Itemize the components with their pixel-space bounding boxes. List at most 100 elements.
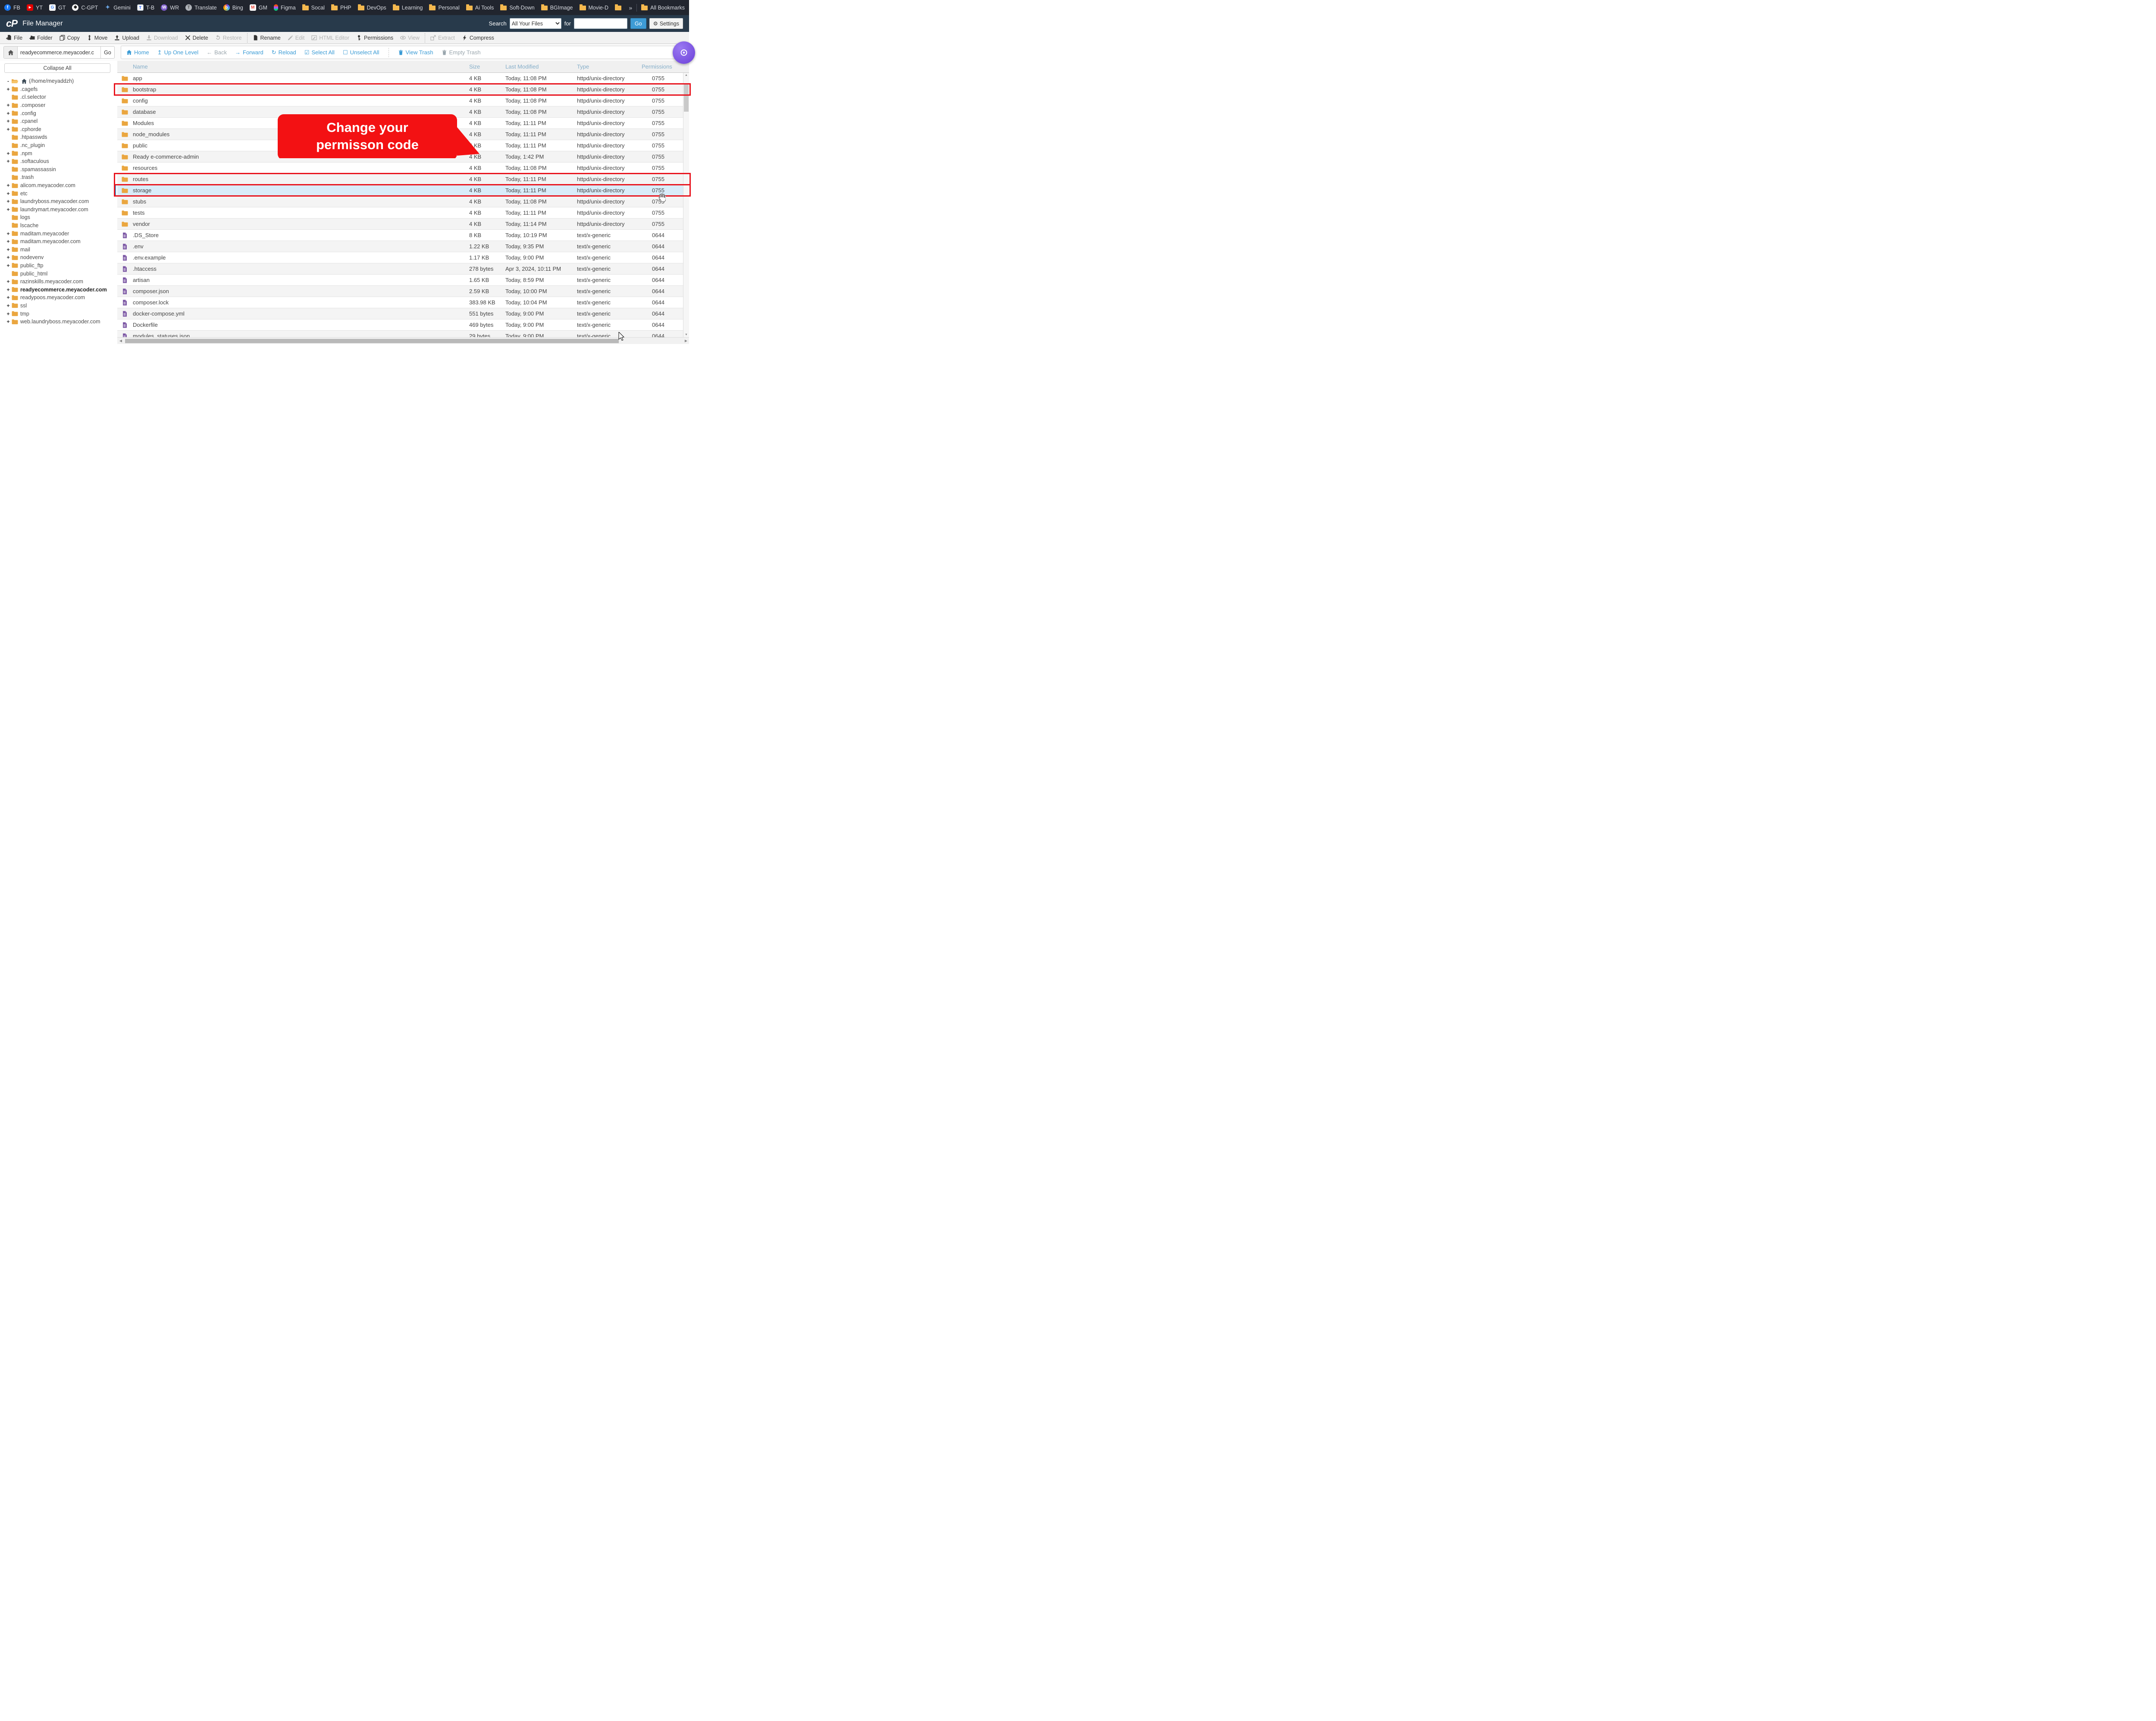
tree-item-softaculous[interactable]: + .softaculous: [5, 157, 115, 166]
all-bookmarks-button[interactable]: All Bookmarks: [641, 4, 685, 11]
scroll-left-icon[interactable]: ◀: [118, 338, 124, 344]
assistant-floating-button[interactable]: [673, 41, 695, 64]
bookmark-item-sheet[interactable]: Sheet: [615, 4, 624, 11]
tree-expander[interactable]: +: [5, 287, 11, 293]
bookmark-item-translate[interactable]: T Translate: [185, 4, 217, 11]
table-row-artisan[interactable]: artisan 1.65 KB Today, 8:59 PM text/x-gener…: [117, 275, 683, 286]
tree-item-public-ftp[interactable]: + public_ftp: [5, 262, 115, 270]
tree-item-config[interactable]: + .config: [5, 109, 115, 117]
tree-expander[interactable]: +: [5, 86, 11, 92]
column-header-permissions[interactable]: Permissions: [642, 63, 683, 70]
bookmark-item-wr[interactable]: W WR: [161, 4, 179, 11]
toolbar-button-permissions[interactable]: Permissions: [353, 32, 397, 44]
table-row-database[interactable]: database 4 KB Today, 11:08 PM httpd/unix-di…: [117, 106, 683, 118]
table-row-composer-json[interactable]: composer.json 2.59 KB Today, 10:00 PM text/…: [117, 286, 683, 297]
search-input[interactable]: [573, 18, 627, 29]
tree-item-laundryboss-meyacoder-com[interactable]: + laundryboss.meyacoder.com: [5, 197, 115, 206]
tree-item-readyecommerce-meyacoder-com[interactable]: + readyecommerce.meyacoder.com: [5, 285, 115, 294]
tree-expander[interactable]: +: [5, 102, 11, 108]
tree-expander[interactable]: +: [5, 303, 11, 309]
tree-item-lscache[interactable]: lscache: [5, 222, 115, 230]
bookmark-item-ai-tools[interactable]: Ai Tools: [466, 4, 494, 11]
table-row-resources[interactable]: resources 4 KB Today, 11:08 PM httpd/unix-d…: [117, 163, 683, 174]
table-row-modules[interactable]: Modules 4 KB Today, 11:11 PM httpd/unix-dir…: [117, 118, 683, 129]
tree-expander[interactable]: +: [5, 311, 11, 317]
table-row-vendor[interactable]: vendor 4 KB Today, 11:14 PM httpd/unix-dire…: [117, 219, 683, 230]
nav-button-unselect-all[interactable]: ☐ Unselect All: [343, 49, 379, 56]
scroll-up-icon[interactable]: ▲: [683, 74, 689, 77]
table-row-stubs[interactable]: stubs 4 KB Today, 11:08 PM httpd/unix-direc…: [117, 196, 683, 207]
nav-button-home[interactable]: Home: [126, 49, 149, 56]
vertical-scroll-thumb[interactable]: [684, 83, 689, 112]
tree-item-razinskills-meyacoder-com[interactable]: + razinskills.meyacoder.com: [5, 278, 115, 286]
toolbar-button-file[interactable]: File: [3, 32, 26, 44]
bookmarks-overflow-chevron-icon[interactable]: »: [629, 4, 632, 11]
nav-button-empty-trash[interactable]: Empty Trash: [442, 49, 481, 56]
column-header-last-modified[interactable]: Last Modified: [505, 63, 577, 70]
tree-expander[interactable]: +: [5, 238, 11, 244]
table-row-app[interactable]: app 4 KB Today, 11:08 PM httpd/unix-directo…: [117, 73, 683, 84]
nav-button-reload[interactable]: ↻ Reload: [272, 49, 296, 56]
column-header-name[interactable]: Name: [117, 63, 469, 70]
table-row-bootstrap[interactable]: bootstrap 4 KB Today, 11:08 PM httpd/unix-d…: [114, 83, 691, 96]
bookmark-item-figma[interactable]: Figma: [273, 4, 296, 11]
tree-item-npm[interactable]: + .npm: [5, 149, 115, 157]
table-row-htaccess[interactable]: .htaccess 278 bytes Apr 3, 2024, 10:11 PM t…: [117, 263, 683, 275]
path-go-button[interactable]: Go: [100, 47, 114, 58]
tree-expander[interactable]: +: [5, 198, 11, 204]
tree-item-laundrymart-meyacoder-com[interactable]: + laundrymart.meyacoder.com: [5, 206, 115, 214]
bookmark-item-t-b[interactable]: T T-B: [137, 4, 154, 11]
tree-item-trash[interactable]: .trash: [5, 173, 115, 181]
table-row-public[interactable]: public 4 KB Today, 11:11 PM httpd/unix-dire…: [117, 140, 683, 151]
tree-item-cphorde[interactable]: + .cphorde: [5, 125, 115, 134]
tree-expander[interactable]: +: [5, 110, 11, 116]
bookmark-item-c-gpt[interactable]: ✱ C-GPT: [72, 4, 98, 11]
bookmark-item-personal[interactable]: Personal: [429, 4, 460, 11]
tree-item-ssl[interactable]: + ssl: [5, 302, 115, 310]
toolbar-button-rename[interactable]: Rename: [249, 32, 284, 44]
tree-item-mail[interactable]: + mail: [5, 245, 115, 253]
tree-expander[interactable]: +: [5, 254, 11, 260]
tree-expander[interactable]: +: [5, 191, 11, 197]
nav-button-up-one-level[interactable]: ↥ Up One Level: [157, 49, 198, 56]
scroll-down-icon[interactable]: ▼: [683, 333, 689, 336]
tree-expander[interactable]: +: [5, 207, 11, 213]
bookmark-item-php[interactable]: PHP: [331, 4, 351, 11]
nav-button-select-all[interactable]: ☑ Select All: [304, 49, 335, 56]
tree-expander[interactable]: +: [5, 158, 11, 164]
tree-item-maditam-meyacoder-com[interactable]: + maditam.meyacoder.com: [5, 238, 115, 246]
nav-button-view-trash[interactable]: View Trash: [398, 49, 433, 56]
bookmark-item-devops[interactable]: DevOps: [357, 4, 386, 11]
column-header-type[interactable]: Type: [577, 63, 642, 70]
scroll-right-icon[interactable]: ▶: [683, 338, 689, 344]
tree-expander[interactable]: +: [5, 278, 11, 285]
table-row-tests[interactable]: tests 4 KB Today, 11:11 PM httpd/unix-direc…: [117, 207, 683, 219]
table-row-ds-store[interactable]: .DS_Store 8 KB Today, 10:19 PM text/x-gener…: [117, 230, 683, 241]
table-row-storage[interactable]: storage 4 KB Today, 11:11 PM httpd/unix-dir…: [114, 184, 691, 197]
horizontal-scrollbar[interactable]: ◀: [117, 337, 683, 344]
vertical-scrollbar[interactable]: ▲ ▼: [683, 73, 689, 337]
tree-item-readypoos-meyacoder-com[interactable]: + readypoos.meyacoder.com: [5, 294, 115, 302]
tree-item-nodevenv[interactable]: + nodevenv: [5, 253, 115, 262]
table-row-dockerfile[interactable]: Dockerfile 469 bytes Today, 9:00 PM text/x-…: [117, 319, 683, 331]
tree-expander[interactable]: +: [5, 182, 11, 188]
nav-button-back[interactable]: ← Back: [207, 49, 227, 56]
toolbar-button-move[interactable]: Move: [83, 32, 111, 44]
tree-item-etc[interactable]: + etc: [5, 189, 115, 197]
bookmark-item-yt[interactable]: ▶ YT: [26, 4, 43, 11]
bookmark-item-bing[interactable]: b Bing: [223, 4, 243, 11]
table-row-config[interactable]: config 4 KB Today, 11:08 PM httpd/unix-dire…: [117, 95, 683, 106]
toolbar-button-copy[interactable]: Copy: [56, 32, 83, 44]
tree-expander[interactable]: +: [5, 247, 11, 253]
bookmark-item-learning[interactable]: Learning: [392, 4, 423, 11]
bookmark-item-soft-down[interactable]: Soft-Down: [500, 4, 535, 11]
tree-expander[interactable]: +: [5, 263, 11, 269]
search-scope-select[interactable]: All Your Files: [509, 18, 561, 29]
tree-item-home-meyaddzh[interactable]: - (/home/meyaddzh): [5, 77, 115, 85]
column-header-size[interactable]: Size: [469, 63, 505, 70]
nav-button-forward[interactable]: → Forward: [235, 49, 263, 56]
tree-expander[interactable]: -: [5, 78, 11, 84]
path-input[interactable]: [18, 47, 100, 58]
table-row-composer-lock[interactable]: composer.lock 383.98 KB Today, 10:04 PM tex…: [117, 297, 683, 308]
settings-button[interactable]: ⚙ Settings: [649, 18, 683, 29]
